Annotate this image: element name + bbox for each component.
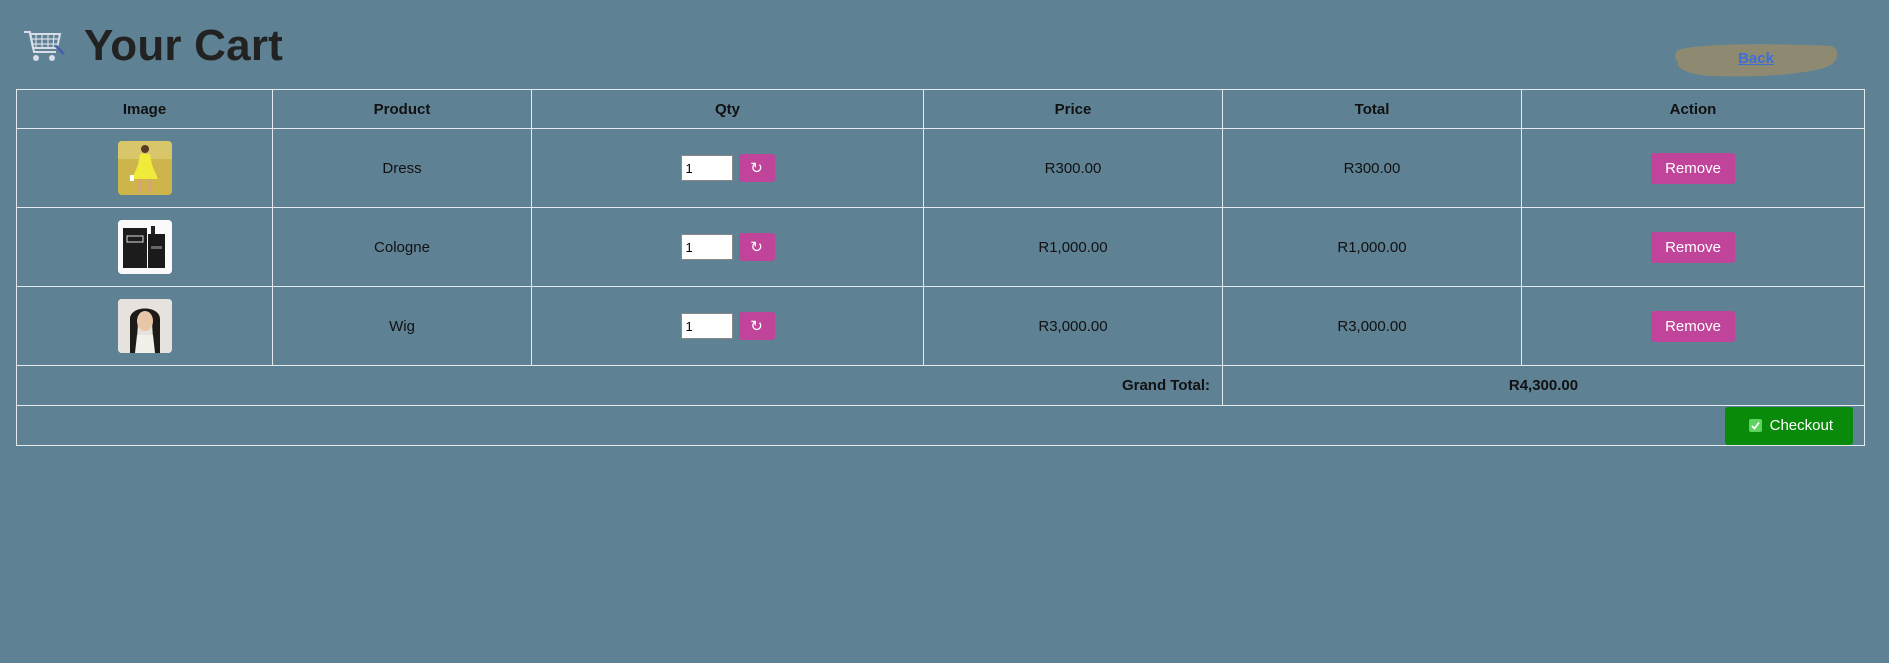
column-header-action: Action [1521,89,1865,129]
refresh-icon: ↻ [750,317,763,335]
cologne-image [117,220,172,274]
image-cell [16,128,273,208]
table-header-row: Image Product Qty Price Total Action [16,89,1865,129]
price-cell: R1,000.00 [923,207,1223,287]
table-row: Dress ↻ R300.00 R300.00 Remove [16,128,1865,208]
checkout-label: Checkout [1769,417,1833,434]
qty-cell: ↻ [531,207,924,287]
action-cell: Remove [1521,128,1865,208]
total-cell: R300.00 [1222,128,1522,208]
grand-total-row: Grand Total: R4,300.00 [16,365,1865,406]
column-header-price: Price [923,89,1223,129]
back-button[interactable]: Back [1672,40,1840,80]
grand-total-label: Grand Total: [16,365,1223,406]
checkout-row: Checkout [16,405,1865,446]
total-cell: R3,000.00 [1222,286,1522,366]
update-quantity-button[interactable]: ↻ [738,154,775,182]
product-name: Wig [272,286,532,366]
price-cell: R3,000.00 [923,286,1223,366]
quantity-input[interactable] [680,313,733,339]
price-cell: R300.00 [923,128,1223,208]
action-cell: Remove [1521,207,1865,287]
back-link[interactable]: Back [1672,50,1840,67]
refresh-icon: ↻ [750,159,763,177]
page-header: Your Cart [22,18,283,74]
total-cell: R1,000.00 [1222,207,1522,287]
update-quantity-button[interactable]: ↻ [738,312,775,340]
image-cell [16,207,273,287]
column-header-image: Image [16,89,273,129]
grand-total-value: R4,300.00 [1222,365,1865,406]
shopping-cart-icon [22,26,66,66]
product-name: Cologne [272,207,532,287]
refresh-icon: ↻ [750,238,763,256]
action-cell: Remove [1521,286,1865,366]
cart-table: Image Product Qty Price Total Action Dre… [16,89,1865,446]
checkbox-icon [1748,419,1762,432]
checkout-button[interactable]: Checkout [1724,406,1853,445]
image-cell [16,286,273,366]
column-header-total: Total [1222,89,1522,129]
page-title: Your Cart [84,21,284,70]
qty-cell: ↻ [531,286,924,366]
remove-button[interactable]: Remove [1651,231,1735,263]
checkout-cell: Checkout [16,405,1865,446]
table-row: Cologne ↻ R1,000.00 R1,000.00 Remove [16,207,1865,287]
table-row: Wig ↻ R3,000.00 R3,000.00 Remove [16,286,1865,366]
dress-image [117,141,172,195]
quantity-input[interactable] [680,234,733,260]
wig-image [117,299,172,353]
update-quantity-button[interactable]: ↻ [738,233,775,261]
column-header-qty: Qty [531,89,924,129]
column-header-product: Product [272,89,532,129]
remove-button[interactable]: Remove [1651,152,1735,184]
product-name: Dress [272,128,532,208]
qty-cell: ↻ [531,128,924,208]
quantity-input[interactable] [680,155,733,181]
remove-button[interactable]: Remove [1651,310,1735,342]
